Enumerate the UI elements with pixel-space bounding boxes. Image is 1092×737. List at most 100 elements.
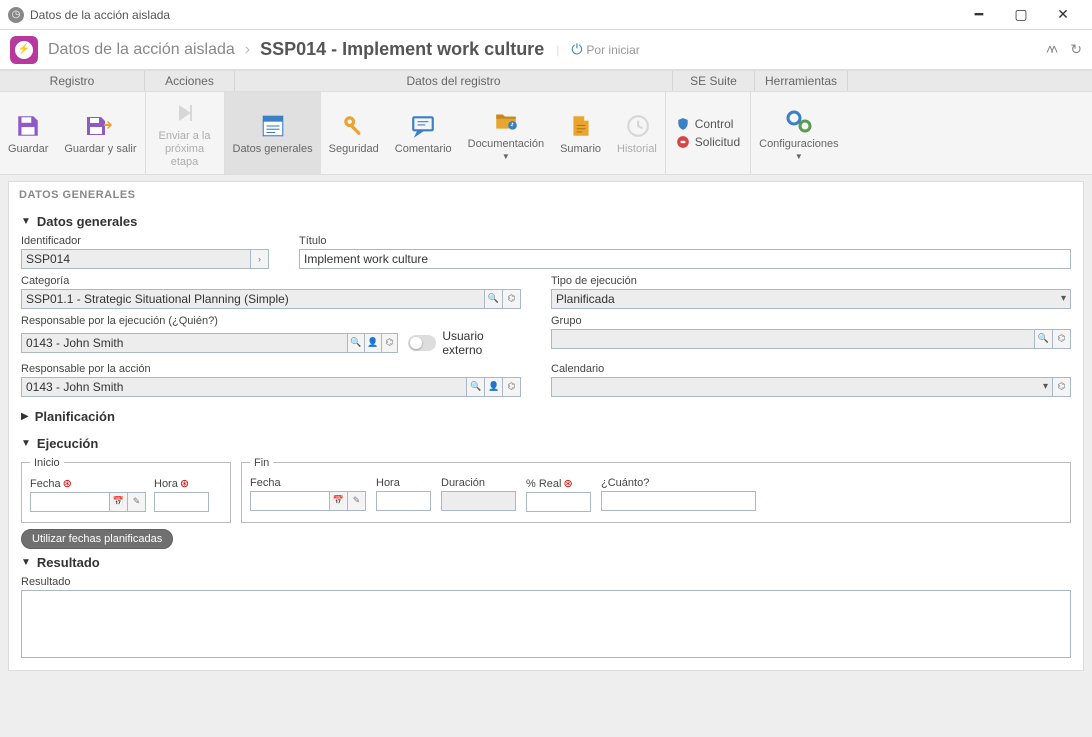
fecha-fin-clear-button[interactable]: ✎ — [348, 491, 366, 511]
history-label: Historial — [617, 143, 657, 156]
chevron-down-icon: ▼ — [502, 152, 510, 162]
general-data-icon — [260, 111, 286, 141]
send-next-button: Enviar a la próxima etapa — [146, 92, 224, 174]
label-tipo-ejecucion: Tipo de ejecución — [551, 275, 1071, 287]
security-label: Seguridad — [329, 143, 379, 156]
refresh-icon[interactable]: ↻ — [1070, 41, 1082, 58]
identificador-input[interactable] — [21, 249, 251, 269]
status-text: Por iniciar — [586, 43, 639, 57]
section-toggle-planificacion[interactable]: ▶ Planificación — [21, 403, 1071, 430]
suite-group: Control Solicitud — [666, 92, 751, 174]
general-data-button[interactable]: Datos generales — [225, 92, 321, 174]
breadcrumb-current: SSP014 - Implement work culture — [260, 39, 544, 60]
responsable-accion-clear-button[interactable]: ⌬ — [503, 377, 521, 397]
save-exit-button[interactable]: Guardar y salir — [56, 92, 144, 174]
breadcrumb-root[interactable]: Datos de la acción aislada — [48, 41, 235, 59]
tab-suite[interactable]: SE Suite — [673, 71, 755, 91]
fecha-inicio-input[interactable] — [30, 492, 110, 512]
tab-registro[interactable]: Registro — [0, 71, 145, 91]
grupo-clear-button[interactable]: ⌬ — [1053, 329, 1071, 349]
grupo-search-button[interactable]: 🔍 — [1035, 329, 1053, 349]
responsable-ejec-user-button[interactable]: 👤 — [365, 333, 382, 353]
tab-datos[interactable]: Datos del registro — [235, 71, 673, 91]
categoria-search-button[interactable]: 🔍 — [485, 289, 503, 309]
save-icon — [15, 111, 41, 141]
fecha-fin-calendar-button[interactable]: 📅 — [330, 491, 348, 511]
history-button: Historial — [609, 92, 665, 174]
section-title: Datos generales — [37, 214, 137, 229]
label-hora-fin: Hora — [376, 477, 431, 489]
request-label: Solicitud — [695, 135, 740, 149]
section-toggle-resultado[interactable]: ▼ Resultado — [21, 549, 1071, 576]
save-label: Guardar — [8, 143, 48, 156]
label-identificador: Identificador — [21, 235, 269, 247]
legend-inicio: Inicio — [30, 457, 64, 469]
comment-button[interactable]: Comentario — [387, 92, 460, 174]
pct-real-input[interactable] — [526, 492, 591, 512]
label-titulo: Título — [299, 235, 1071, 247]
collapse-icon[interactable]: ˄˄ — [1046, 41, 1054, 58]
module-icon: ⚡ — [10, 36, 38, 64]
label-fecha-fin: Fecha — [250, 477, 366, 489]
label-cuanto: ¿Cuánto? — [601, 477, 756, 489]
responsable-accion-input[interactable] — [21, 377, 467, 397]
fecha-fin-input[interactable] — [250, 491, 330, 511]
save-exit-label: Guardar y salir — [64, 143, 136, 156]
label-responsable-ejec: Responsable por la ejecución (¿Quién?) — [21, 315, 521, 327]
minimize-button[interactable]: ━ — [958, 1, 1000, 29]
control-link[interactable]: Control — [676, 117, 740, 131]
duracion-input — [441, 491, 516, 511]
grupo-input[interactable] — [551, 329, 1035, 349]
responsable-accion-user-button[interactable]: 👤 — [485, 377, 503, 397]
hora-fin-input[interactable] — [376, 491, 431, 511]
fieldset-fin: Fin Fecha 📅 ✎ Hora — [241, 457, 1071, 523]
categoria-input[interactable] — [21, 289, 485, 309]
use-planned-dates-button[interactable]: Utilizar fechas planificadas — [21, 529, 173, 549]
tab-acciones[interactable]: Acciones — [145, 71, 235, 91]
shield-icon — [676, 117, 690, 131]
titlebar: ◷ Datos de la acción aislada ━ ▢ ✕ — [0, 0, 1092, 30]
request-link[interactable]: Solicitud — [676, 135, 740, 149]
responsable-ejec-input[interactable] — [21, 333, 348, 353]
section-toggle-datos-generales[interactable]: ▼ Datos generales — [21, 208, 1071, 235]
breadcrumb-separator: › — [245, 41, 250, 59]
hora-inicio-input[interactable] — [154, 492, 209, 512]
summary-button[interactable]: Sumario — [552, 92, 609, 174]
close-button[interactable]: ✕ — [1042, 1, 1084, 29]
section-toggle-ejecucion[interactable]: ▼ Ejecución — [21, 430, 1071, 457]
responsable-accion-search-button[interactable]: 🔍 — [467, 377, 485, 397]
documentation-button[interactable]: Documentación ▼ — [460, 92, 552, 174]
save-button[interactable]: Guardar — [0, 92, 56, 174]
label-duracion: Duración — [441, 477, 516, 489]
calendario-select[interactable]: ▾ — [551, 377, 1053, 397]
cuanto-input[interactable] — [601, 491, 756, 511]
fieldset-inicio: Inicio Fecha⊛ 📅 ✎ Hora⊛ — [21, 457, 231, 523]
ribbon-tabs: Registro Acciones Datos del registro SE … — [0, 70, 1092, 92]
titulo-input[interactable] — [299, 249, 1071, 269]
label-categoria: Categoría — [21, 275, 521, 287]
content-scroll[interactable]: DATOS GENERALES ▼ Datos generales Identi… — [0, 175, 1092, 737]
maximize-button[interactable]: ▢ — [1000, 1, 1042, 29]
chevron-right-icon: ▶ — [21, 411, 29, 422]
chevron-down-icon: ▼ — [21, 216, 31, 227]
categoria-tree-button[interactable]: ⌬ — [503, 289, 521, 309]
identificador-goto-button[interactable]: › — [251, 249, 269, 269]
tipo-ejecucion-select[interactable]: Planificada ▾ — [551, 289, 1071, 309]
responsable-ejec-clear-button[interactable]: ⌬ — [382, 333, 399, 353]
window-title: Datos de la acción aislada — [30, 8, 958, 22]
comment-icon — [410, 111, 436, 141]
settings-button[interactable]: Configuraciones ▼ — [751, 92, 847, 174]
fecha-inicio-clear-button[interactable]: ✎ — [128, 492, 146, 512]
calendario-clear-button[interactable]: ⌬ — [1053, 377, 1071, 397]
resultado-textarea[interactable] — [21, 590, 1071, 658]
folder-icon — [493, 106, 519, 136]
usuario-externo-toggle[interactable] — [408, 335, 436, 351]
responsable-ejec-search-button[interactable]: 🔍 — [348, 333, 365, 353]
security-button[interactable]: Seguridad — [321, 92, 387, 174]
save-exit-icon — [86, 111, 114, 141]
section-title: Resultado — [37, 555, 100, 570]
tab-herramientas[interactable]: Herramientas — [755, 71, 848, 91]
label-responsable-accion: Responsable por la acción — [21, 363, 521, 375]
fecha-inicio-calendar-button[interactable]: 📅 — [110, 492, 128, 512]
history-icon — [624, 111, 650, 141]
